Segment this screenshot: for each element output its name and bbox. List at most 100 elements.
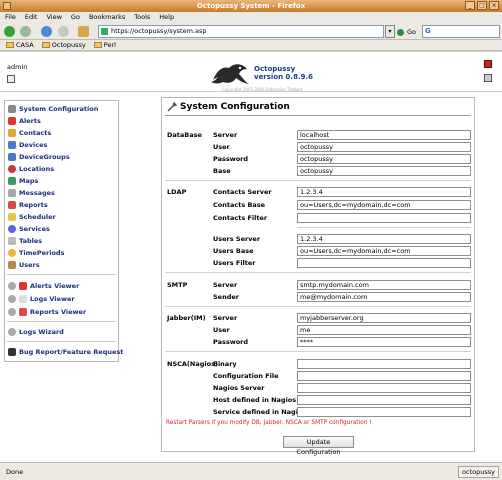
sidebar-item-alerts-viewer[interactable]: Alerts Viewer	[8, 281, 79, 291]
ldap-users-server-input[interactable]: 1.2.3.4	[297, 234, 471, 244]
stop-icon[interactable]	[58, 26, 69, 37]
nsca-binary-input[interactable]	[297, 359, 471, 369]
smtp-sender-label: Sender	[213, 293, 239, 301]
jabber-user-input[interactable]: me	[297, 325, 471, 335]
menu-help[interactable]: Help	[159, 12, 174, 23]
sidebar-item-devices[interactable]: Devices	[8, 140, 47, 150]
sidebar-item-label: Locations	[19, 165, 55, 173]
menu-file[interactable]: File	[5, 12, 16, 23]
sidebar-item-reports-viewer[interactable]: Reports Viewer	[8, 307, 86, 317]
sidebar-item-devicegroups[interactable]: DeviceGroups	[8, 152, 70, 162]
ldap-users-base-input[interactable]: ou=Users,dc=mydomain,dc=com	[297, 246, 471, 256]
app-name: Octopussy	[254, 65, 296, 73]
reload-icon[interactable]	[41, 26, 52, 37]
ldap-contacts-server-input[interactable]: 1.2.3.4	[297, 187, 471, 197]
sidebar-divider	[7, 321, 116, 322]
window-menu-icon[interactable]	[3, 2, 11, 10]
sidebar-item-tables[interactable]: Tables	[8, 236, 42, 246]
jabber-server-input[interactable]: myjabberserver.org	[297, 313, 471, 323]
sidebar-item-reports[interactable]: Reports	[8, 200, 48, 210]
status-bar: Done octopussy	[0, 462, 502, 480]
forward-icon[interactable]	[20, 26, 31, 37]
bookmark-label: Octopussy	[51, 40, 86, 49]
db-base-input[interactable]: octopussy	[297, 166, 471, 176]
folder-icon	[6, 42, 14, 48]
bookmark-perl[interactable]: Perl	[93, 40, 116, 50]
minimize-button[interactable]: _	[465, 1, 475, 10]
contacts-icon	[8, 129, 16, 137]
copyright: Copyright 2005-2006 Sebastien Thebert	[222, 87, 303, 92]
smtp-server-input[interactable]: smtp.mydomain.com	[297, 280, 471, 290]
ldap-users-filter-input[interactable]	[297, 258, 471, 268]
search-input[interactable]: G	[422, 25, 500, 38]
url-bar[interactable]: https://octopussy/system.asp	[98, 25, 384, 38]
menu-go[interactable]: Go	[71, 12, 80, 23]
magnifier-icon	[8, 308, 16, 316]
sidebar-item-bug-report[interactable]: Bug Report/Feature Request	[8, 347, 123, 357]
update-configuration-button[interactable]: Update Configuration	[283, 436, 354, 456]
sidebar-item-maps[interactable]: Maps	[8, 176, 38, 186]
smtp-sender-input[interactable]: me@mydomain.com	[297, 292, 471, 302]
sidebar-item-contacts[interactable]: Contacts	[8, 128, 51, 138]
db-password-label: Password	[213, 155, 249, 163]
favicon-icon	[101, 28, 108, 35]
maximize-button[interactable]: □	[477, 1, 487, 10]
sidebar-item-logs-viewer[interactable]: Logs Viewer	[8, 294, 75, 304]
jabber-password-input[interactable]: ****	[297, 337, 471, 347]
smtp-server-label: Server	[213, 281, 238, 289]
user-settings-icon[interactable]	[7, 75, 15, 83]
system-configuration-panel: System Configuration DataBase Server loc…	[161, 97, 475, 456]
sidebar-item-label: Services	[19, 225, 50, 233]
nsca-service-input[interactable]	[297, 407, 471, 417]
sidebar-item-logs-wizard[interactable]: Logs Wizard	[8, 327, 64, 337]
sidebar-item-users[interactable]: Users	[8, 260, 40, 270]
menu-tools[interactable]: Tools	[134, 12, 150, 23]
bookmark-octopussy[interactable]: Octopussy	[41, 40, 86, 50]
bookmark-casa[interactable]: CASA	[6, 40, 34, 50]
restart-warning: Restart Parsers if you modify DB, Jabber…	[166, 420, 372, 426]
menu-bookmarks[interactable]: Bookmarks	[89, 12, 125, 23]
ldap-users-server-label: Users Server	[213, 235, 261, 243]
sidebar-item-label: Scheduler	[19, 213, 56, 221]
home-icon[interactable]	[78, 26, 89, 37]
alert-icon	[8, 117, 16, 125]
db-password-input[interactable]: octopussy	[297, 154, 471, 164]
section-smtp: SMTP	[167, 281, 188, 289]
close-button[interactable]: ×	[489, 1, 499, 10]
nsca-host-input[interactable]	[297, 395, 471, 405]
back-icon[interactable]	[4, 26, 15, 37]
url-dropdown-button[interactable]: ▾	[385, 25, 395, 38]
sidebar-item-label: Users	[19, 261, 40, 269]
logged-user: admin	[7, 63, 28, 71]
sidebar-item-system-configuration[interactable]: System Configuration	[8, 104, 98, 114]
print-icon[interactable]	[484, 74, 492, 82]
logout-icon[interactable]	[484, 60, 492, 68]
db-user-input[interactable]: octopussy	[297, 142, 471, 152]
bookmarks-bar: CASA Octopussy Perl	[0, 40, 502, 51]
sidebar-item-label: Contacts	[19, 129, 52, 137]
sidebar-item-timeperiods[interactable]: TimePeriods	[8, 248, 64, 258]
menu-view[interactable]: View	[46, 12, 61, 23]
go-label: Go	[407, 28, 417, 36]
ldap-contacts-filter-input[interactable]	[297, 213, 471, 223]
menu-bar: File Edit View Go Bookmarks Tools Help	[0, 12, 502, 23]
section-divider	[165, 351, 471, 352]
services-icon	[8, 225, 16, 233]
sidebar-item-scheduler[interactable]: Scheduler	[8, 212, 56, 222]
ldap-contacts-base-input[interactable]: ou=Users,dc=mydomain,dc=com	[297, 200, 471, 210]
menu-edit[interactable]: Edit	[25, 12, 38, 23]
bookmark-label: Perl	[103, 40, 116, 49]
octopus-logo-icon	[211, 64, 249, 84]
nsca-nagios-server-input[interactable]	[297, 383, 471, 393]
sidebar-item-messages[interactable]: Messages	[8, 188, 55, 198]
bookmark-label: CASA	[16, 40, 34, 49]
sidebar-item-locations[interactable]: Locations	[8, 164, 54, 174]
db-server-input[interactable]: localhost	[297, 130, 471, 140]
folder-icon	[41, 42, 50, 48]
sidebar-item-alerts[interactable]: Alerts	[8, 116, 41, 126]
sidebar-item-label: Alerts Viewer	[30, 282, 80, 290]
go-button[interactable]: Go	[397, 26, 416, 38]
sidebar-item-label: System Configuration	[19, 105, 99, 113]
sidebar-item-services[interactable]: Services	[8, 224, 50, 234]
nsca-config-file-input[interactable]	[297, 371, 471, 381]
